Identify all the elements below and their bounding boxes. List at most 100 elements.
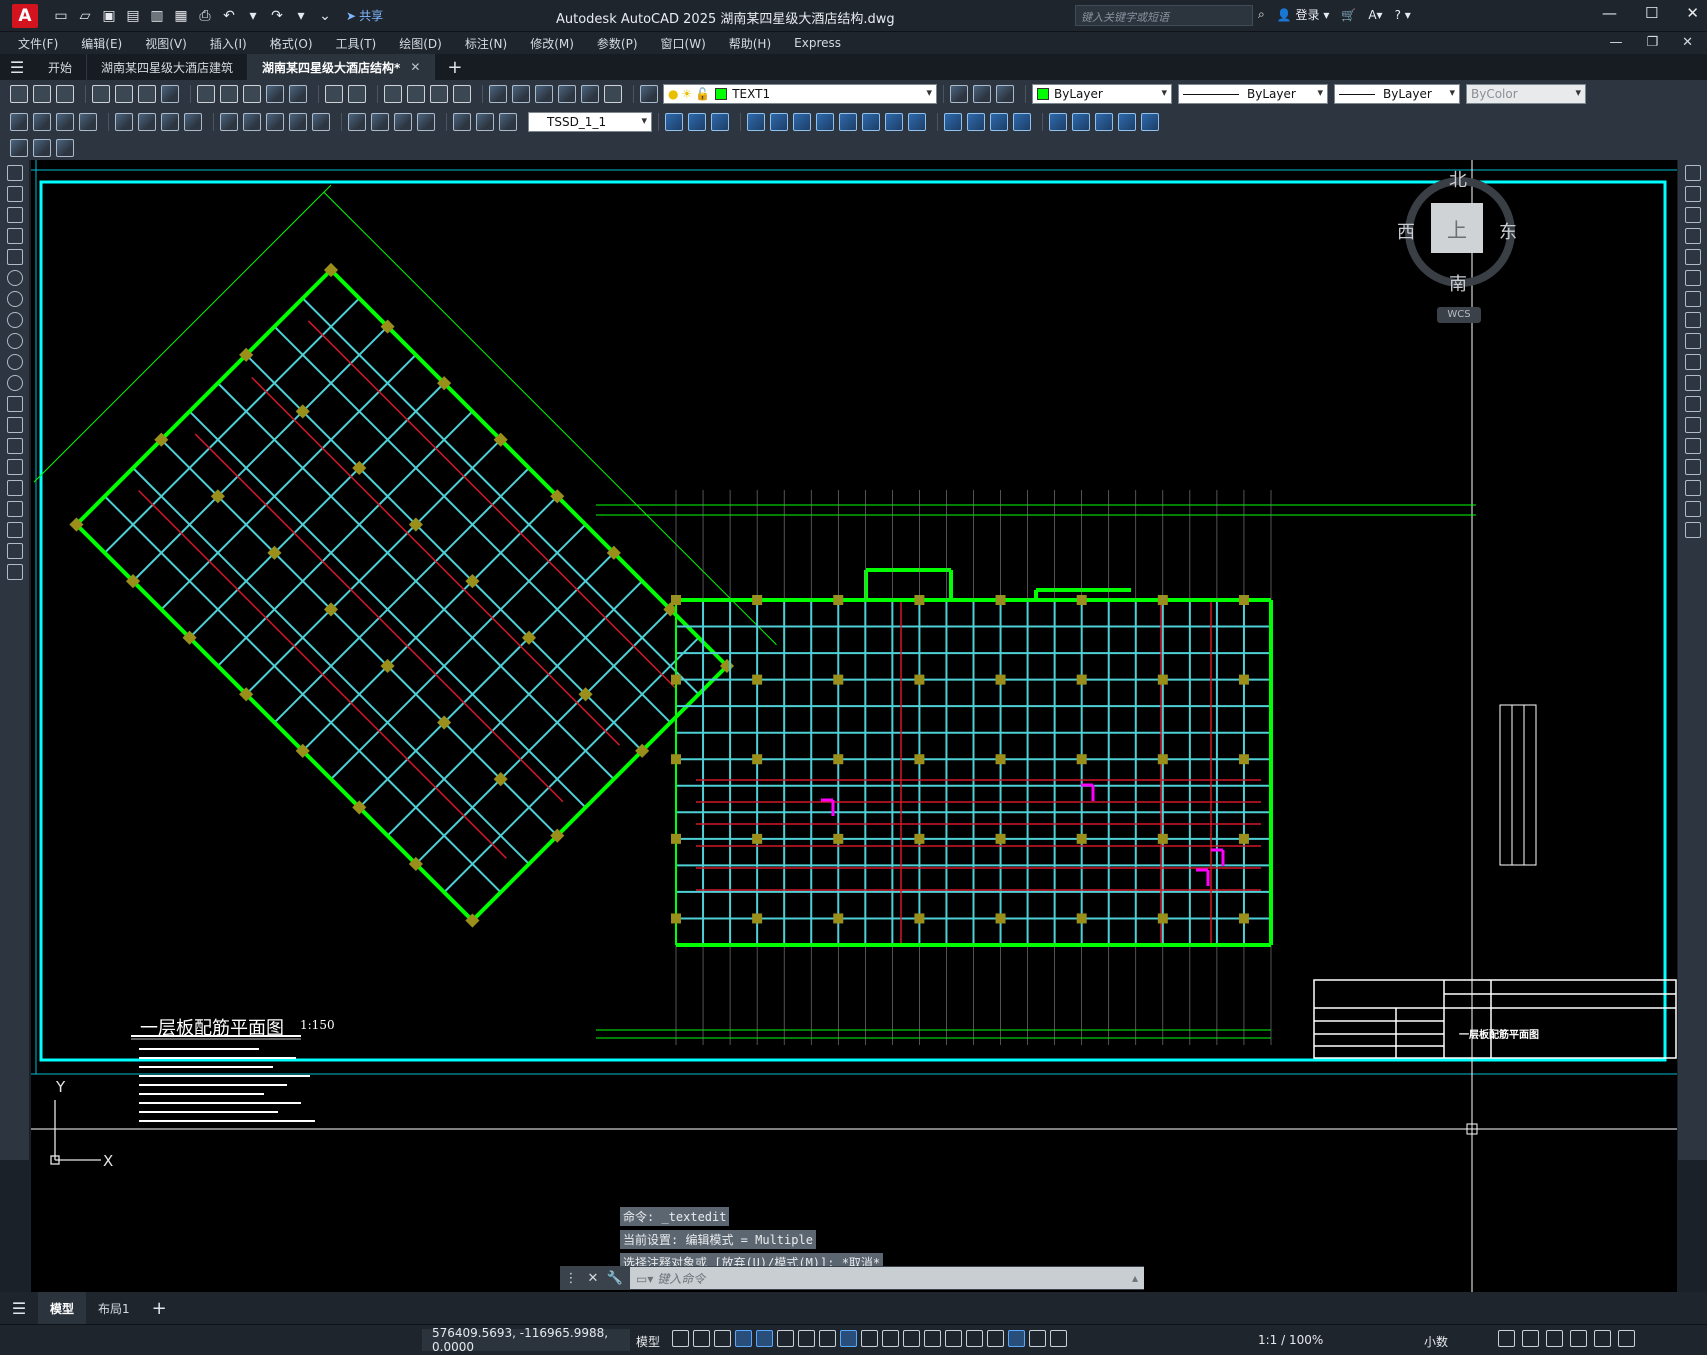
- tool-sheet-set-icon[interactable]: [558, 85, 576, 103]
- dim-aligned-icon[interactable]: [33, 113, 51, 131]
- modify-trim-icon[interactable]: [885, 113, 903, 131]
- break-at-point-icon[interactable]: [1685, 396, 1701, 412]
- modify-explode-icon[interactable]: [1049, 113, 1067, 131]
- chamfer-icon[interactable]: [1685, 459, 1701, 475]
- redo-dropdown-icon[interactable]: ▾: [292, 7, 310, 25]
- undo-icon[interactable]: ↶: [220, 7, 238, 25]
- publish-icon[interactable]: ▥: [148, 7, 166, 25]
- draw-circle-icon[interactable]: [7, 291, 23, 307]
- quick-properties-icon[interactable]: [1498, 1330, 1515, 1347]
- menu-insert[interactable]: 插入(I): [210, 35, 247, 52]
- draw-line-icon[interactable]: [7, 165, 23, 181]
- share-button[interactable]: ➤ 共享: [346, 7, 383, 24]
- modify-mirror-icon[interactable]: [688, 113, 706, 131]
- customize-wrench-icon[interactable]: 🔧: [604, 1271, 626, 1286]
- fillet-icon[interactable]: [1685, 480, 1701, 496]
- tool-paste-icon[interactable]: [243, 85, 261, 103]
- lineweight-dropdown[interactable]: ByLayer ▾: [1334, 84, 1460, 104]
- array-icon[interactable]: [1685, 249, 1701, 265]
- layer-previous-icon[interactable]: [973, 85, 991, 103]
- rotate-icon[interactable]: [1685, 291, 1701, 307]
- tool-block-editor-icon[interactable]: [289, 85, 307, 103]
- modify-offset-icon[interactable]: [711, 113, 729, 131]
- make-current-layer-icon[interactable]: [950, 85, 968, 103]
- gizmo-icon[interactable]: [987, 1330, 1004, 1347]
- wcs-menu[interactable]: WCS: [1437, 307, 1481, 323]
- cart-icon[interactable]: 🛒: [1341, 8, 1356, 22]
- lineweight-icon[interactable]: [861, 1330, 878, 1347]
- print-icon[interactable]: ⎙: [196, 7, 214, 25]
- region-icon[interactable]: [7, 501, 23, 517]
- tool-calculator-icon[interactable]: [581, 85, 599, 103]
- insert-block-icon[interactable]: [7, 396, 23, 412]
- tool-preview-icon[interactable]: [115, 85, 133, 103]
- dim-angular-icon[interactable]: [184, 113, 202, 131]
- menu-express[interactable]: Express: [794, 36, 841, 50]
- draw-construction-line-icon[interactable]: [7, 186, 23, 202]
- modify-rotate-icon[interactable]: [793, 113, 811, 131]
- explode-icon[interactable]: [1685, 522, 1701, 538]
- tool-publish-icon[interactable]: [138, 85, 156, 103]
- multiline-text-icon[interactable]: [7, 543, 23, 559]
- infer-constraints-icon[interactable]: [714, 1330, 731, 1347]
- menu-tools[interactable]: 工具(T): [336, 35, 377, 52]
- tab-layout1[interactable]: 布局1: [86, 1292, 142, 1324]
- annotation-visibility-icon[interactable]: [1008, 1330, 1025, 1347]
- compass-north[interactable]: 北: [1449, 166, 1467, 192]
- tool-pan-icon[interactable]: [384, 85, 402, 103]
- modify-erase-icon[interactable]: [816, 113, 834, 131]
- minimize-icon[interactable]: —: [1602, 4, 1617, 22]
- search-input[interactable]: 键入关键字或短语: [1075, 5, 1253, 26]
- save-icon[interactable]: ▣: [100, 7, 118, 25]
- ortho-icon[interactable]: [756, 1330, 773, 1347]
- dim-arc-length-icon[interactable]: [56, 113, 74, 131]
- dim-quick-icon[interactable]: [220, 113, 238, 131]
- blend-curves-icon[interactable]: [1685, 501, 1701, 517]
- hamburger-menu-icon[interactable]: ☰: [0, 54, 34, 80]
- modify-pedit-icon[interactable]: [1141, 113, 1159, 131]
- coordinates-readout[interactable]: 576409.5693, -116965.9988, 0.0000: [422, 1326, 630, 1354]
- stretch-icon[interactable]: [1685, 333, 1701, 349]
- menu-draw[interactable]: 绘图(D): [399, 35, 442, 52]
- autocad-logo-icon[interactable]: A: [12, 3, 38, 28]
- table-icon[interactable]: [7, 522, 23, 538]
- redo-icon[interactable]: ↷: [268, 7, 286, 25]
- plotstyle-dropdown[interactable]: ByColor ▾: [1466, 84, 1586, 104]
- tool-plot-icon[interactable]: [92, 85, 110, 103]
- layout-menu-icon[interactable]: ☰: [0, 1299, 38, 1318]
- join-icon[interactable]: [1685, 438, 1701, 454]
- autodesk-app-icon[interactable]: A▾: [1368, 8, 1382, 22]
- tool-zoom-realtime-icon[interactable]: [407, 85, 425, 103]
- text-style-icon[interactable]: [56, 139, 74, 157]
- isolate-objects-icon[interactable]: [1546, 1330, 1563, 1347]
- layer-dropdown[interactable]: ● ☀ 🔓 TEXT1 ▾: [663, 84, 937, 104]
- auto-scale-icon[interactable]: [1029, 1330, 1046, 1347]
- extend-icon[interactable]: [1685, 375, 1701, 391]
- dim-radius-icon[interactable]: [115, 113, 133, 131]
- offset-icon[interactable]: [1685, 228, 1701, 244]
- grid-icon[interactable]: [672, 1330, 689, 1347]
- login-button[interactable]: 👤 登录 ▾: [1277, 6, 1330, 23]
- draw-arc-icon[interactable]: [7, 270, 23, 286]
- modify-join-icon[interactable]: [967, 113, 985, 131]
- draw-rectangle-icon[interactable]: [7, 249, 23, 265]
- gradient-icon[interactable]: [7, 480, 23, 496]
- hatch-icon[interactable]: [7, 459, 23, 475]
- mirror-icon[interactable]: [1685, 207, 1701, 223]
- menu-dimension[interactable]: 标注(N): [465, 35, 507, 52]
- dim-linear-icon[interactable]: [10, 113, 28, 131]
- tool-design-center-icon[interactable]: [512, 85, 530, 103]
- tool-tool-palettes-icon[interactable]: [535, 85, 553, 103]
- menu-edit[interactable]: 编辑(E): [81, 35, 122, 52]
- draw-ellipse-arc-icon[interactable]: [7, 375, 23, 391]
- command-history-toggle-icon[interactable]: ▴: [1132, 1271, 1138, 1285]
- selection-filter-icon[interactable]: [966, 1330, 983, 1347]
- polar-tracking-icon[interactable]: [777, 1330, 794, 1347]
- help-button[interactable]: ? ▾: [1395, 8, 1411, 22]
- tab-architecture-drawing[interactable]: 湖南某四星级大酒店建筑: [87, 54, 249, 80]
- tool-zoom-window-icon[interactable]: [430, 85, 448, 103]
- tool-open-icon[interactable]: [33, 85, 51, 103]
- plot-preview-icon[interactable]: ▦: [172, 7, 190, 25]
- center-mark-icon[interactable]: [371, 113, 389, 131]
- dim-edit-icon[interactable]: [453, 113, 471, 131]
